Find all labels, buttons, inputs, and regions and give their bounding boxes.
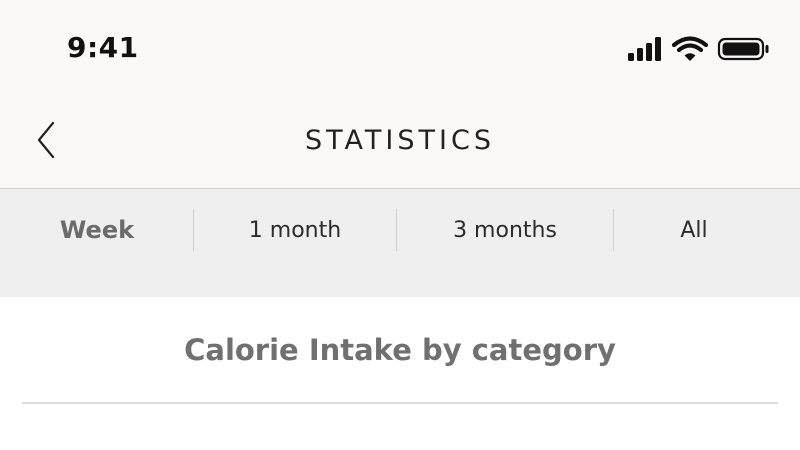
status-icons [628, 36, 769, 61]
wifi-icon [671, 36, 709, 61]
segment-all[interactable]: All [614, 209, 774, 251]
segment-week[interactable]: Week [0, 209, 194, 251]
cellular-signal-icon [628, 37, 661, 61]
page-title: STATISTICS [305, 124, 495, 156]
period-segmented-control: Week 1 month 3 months All [0, 189, 800, 297]
segment-1-month[interactable]: 1 month [194, 209, 396, 251]
navigation-bar: STATISTICS [0, 96, 800, 188]
chart-title: Calorie Intake by category [184, 333, 616, 367]
segment-3-months[interactable]: 3 months [397, 209, 613, 251]
status-bar: 9:41 [0, 0, 800, 96]
status-time: 9:41 [67, 31, 139, 64]
content-divider [22, 402, 778, 404]
battery-icon [717, 37, 769, 61]
